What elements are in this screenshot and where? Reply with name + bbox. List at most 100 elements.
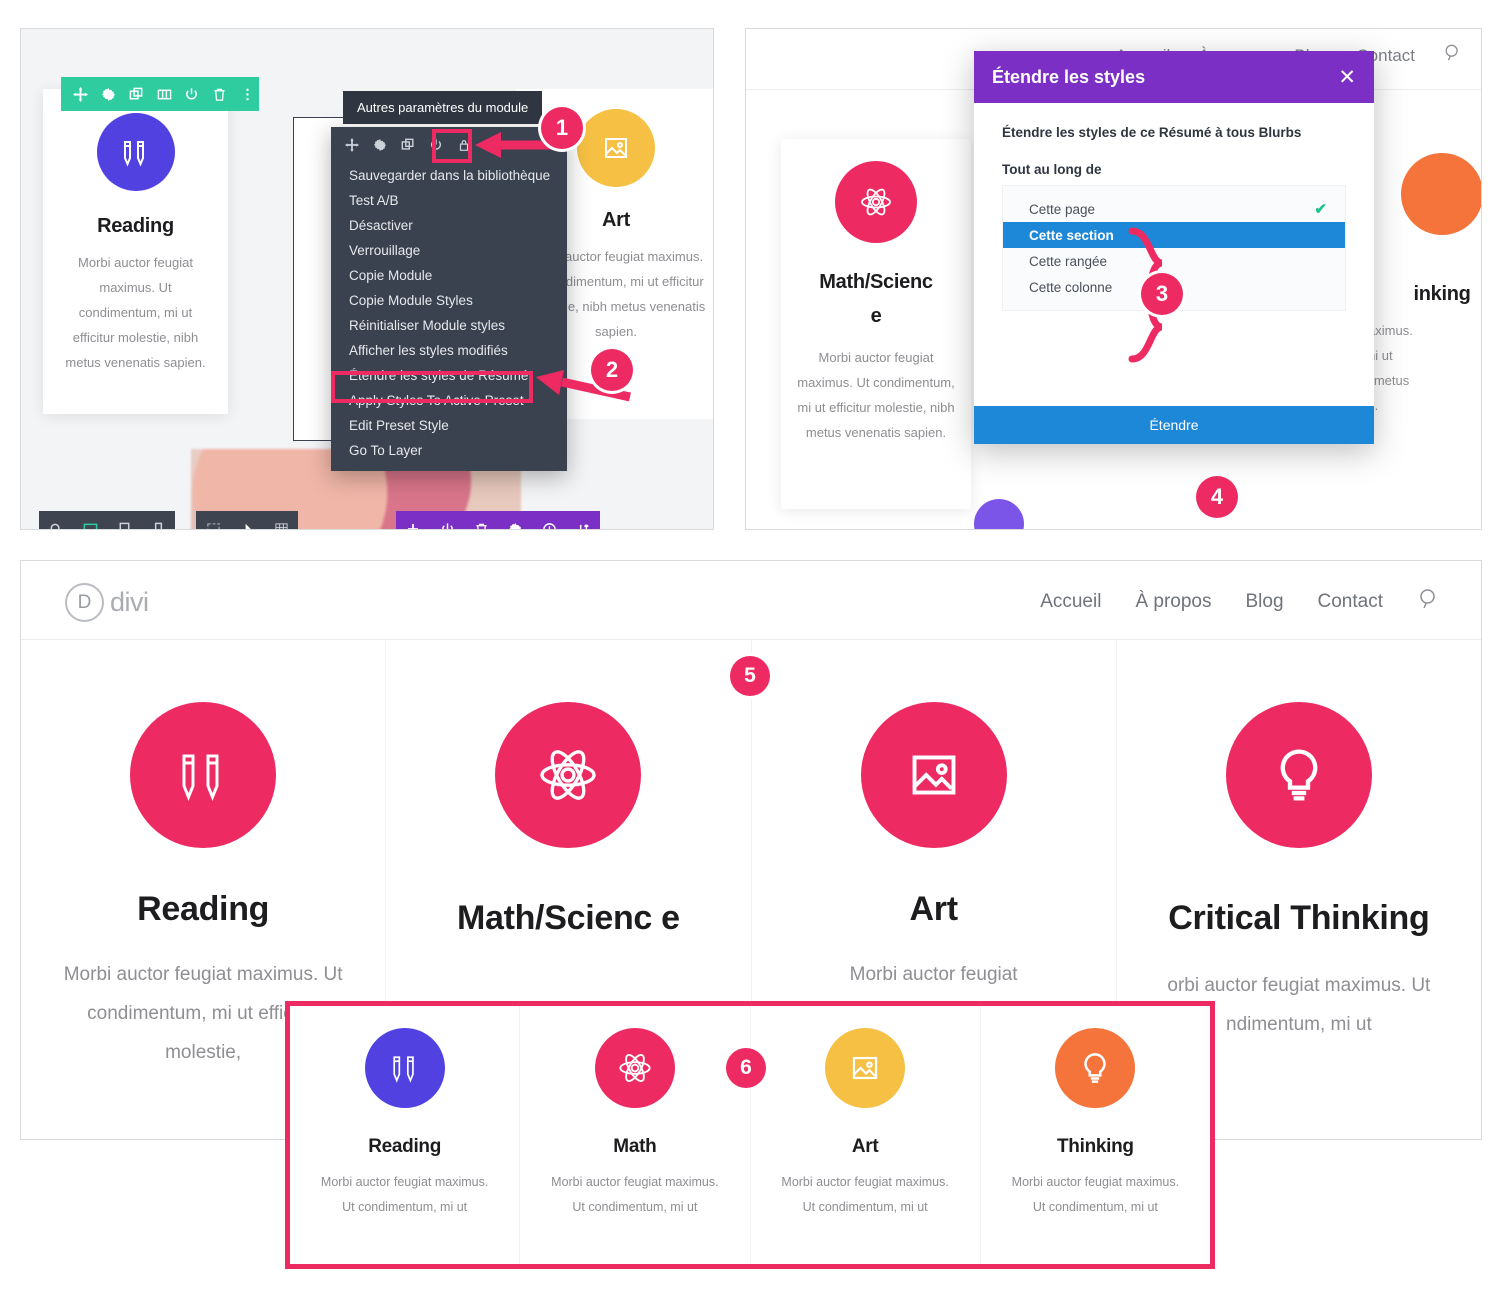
move-icon[interactable]: [339, 132, 365, 158]
nav-link-a-propos[interactable]: À propos: [1135, 591, 1211, 613]
card-title: Art: [909, 890, 959, 928]
menu-item-go-to-layer[interactable]: Go To Layer: [331, 438, 567, 463]
sort-icon[interactable]: [566, 511, 600, 529]
inset-column-reading[interactable]: Reading Morbi auctor feugiat maximus. Ut…: [290, 1006, 521, 1264]
click-icon[interactable]: [230, 511, 264, 529]
nav-link-blog[interactable]: Blog: [1245, 591, 1283, 613]
menu-item-copy-module-styles[interactable]: Copie Module Styles: [331, 288, 567, 313]
option-label: Cette page: [1029, 201, 1096, 217]
card-body: Morbi auctor feugiat maximus. Ut condime…: [781, 1175, 949, 1214]
card-body: Morbi auctor feugiat maximus. Ut condime…: [65, 255, 206, 370]
nav-link-contact[interactable]: Contact: [1318, 591, 1383, 613]
plus-icon[interactable]: [396, 511, 430, 529]
inset-blurb-row: Reading Morbi auctor feugiat maximus. Ut…: [290, 1006, 1210, 1264]
modal-title: Étendre les styles: [992, 66, 1146, 87]
trash-icon[interactable]: [464, 511, 498, 529]
pencils-icon: [130, 702, 277, 848]
atom-icon: [835, 161, 917, 243]
view-mode-toolbar[interactable]: [196, 511, 298, 529]
bulb-icon: [1401, 153, 1481, 235]
module-toolbar-green[interactable]: [61, 77, 259, 111]
inset-column-art[interactable]: Art Morbi auctor feugiat maximus. Ut con…: [751, 1006, 981, 1264]
nav-link-accueil[interactable]: Accueil: [1040, 591, 1101, 613]
blurb-card-math-science[interactable]: Math/Scienc e Morbi auctor feugiat maxim…: [781, 139, 971, 509]
search-icon[interactable]: [1443, 43, 1463, 68]
menu-item-ab-test[interactable]: Test A/B: [331, 188, 567, 213]
grid-icon[interactable]: [264, 511, 298, 529]
column-icon[interactable]: [152, 81, 176, 107]
atom-icon: [594, 1028, 675, 1108]
menu-item-reset-module-styles[interactable]: Réinitialiser Module styles: [331, 313, 567, 338]
divi-logo[interactable]: D divi: [65, 583, 149, 622]
card-body: Morbi auctor feugiat maximus. Ut condime…: [797, 350, 955, 440]
gear-icon[interactable]: [498, 511, 532, 529]
menu-item-save-to-library[interactable]: Sauvegarder dans la bibliothèque: [331, 163, 567, 188]
check-icon: ✔: [1314, 201, 1327, 218]
card-title: Reading: [368, 1136, 442, 1157]
zoom-icon[interactable]: [39, 511, 73, 529]
callout-badge-3: 3: [1141, 273, 1183, 315]
context-menu-list[interactable]: Sauvegarder dans la bibliothèque Test A/…: [331, 163, 567, 471]
scope-option-this-page[interactable]: Cette page ✔: [1003, 196, 1345, 222]
extend-styles-highlight-box: [331, 371, 533, 403]
close-icon[interactable]: ✕: [1338, 67, 1356, 88]
menu-item-lock[interactable]: Verrouillage: [331, 238, 567, 263]
pencils-icon: [96, 113, 175, 191]
duplicate-icon[interactable]: [124, 81, 148, 107]
nav-links[interactable]: Accueil À propos Blog Contact: [1040, 587, 1441, 617]
desktop-icon[interactable]: [73, 511, 107, 529]
card-title: Reading: [137, 890, 270, 928]
power-icon[interactable]: [180, 81, 204, 107]
duplicate-icon[interactable]: [395, 132, 421, 158]
site-header: D divi Accueil À propos Blog Contact: [21, 561, 1481, 640]
option-label: Cette colonne: [1029, 279, 1113, 295]
card-body: Morbi auctor feugiat maximus. Ut condime…: [320, 1175, 489, 1214]
pencils-icon: [364, 1028, 445, 1108]
decorative-purple-circle: [974, 499, 1024, 529]
option-label: Cette section: [1029, 227, 1114, 243]
kebab-menu-icon[interactable]: [235, 81, 259, 107]
modal-field-label: Tout au long de: [1002, 162, 1102, 177]
extend-submit-button[interactable]: Étendre: [974, 406, 1374, 444]
menu-item-copy-module[interactable]: Copie Module: [331, 263, 567, 288]
logo-mark: D: [65, 583, 104, 622]
gear-icon[interactable]: [97, 81, 121, 107]
card-title: Math/Scienc e: [819, 271, 933, 327]
card-title: Math: [613, 1136, 657, 1157]
menu-item-disable[interactable]: Désactiver: [331, 213, 567, 238]
inset-column-thinking[interactable]: Thinking Morbi auctor feugiat maximus. U…: [981, 1006, 1210, 1264]
extend-styles-dialog-panel: Accueil À propos Blog Contact Math/Scien…: [745, 28, 1482, 530]
tablet-icon[interactable]: [107, 511, 141, 529]
callout-badge-6: 6: [726, 1048, 766, 1088]
gear-icon[interactable]: [367, 132, 393, 158]
callout-badge-2: 2: [591, 349, 633, 391]
kebab-highlight-box: [432, 129, 472, 163]
card-body: Morbi auctor feugiat: [849, 964, 1018, 985]
page-settings-toolbar[interactable]: [396, 511, 600, 529]
card-body: Morbi auctor feugiat maximus. Ut condime…: [1011, 1175, 1180, 1214]
trash-icon[interactable]: [208, 81, 232, 107]
builder-panel-context-menu: Reading Morbi auctor feugiat maximus. Ut…: [20, 28, 714, 530]
image-icon: [577, 109, 655, 187]
image-icon: [860, 702, 1007, 848]
image-icon: [825, 1028, 906, 1108]
callout-badge-5: 5: [730, 656, 770, 696]
updated-blurbs-inset: Reading Morbi auctor feugiat maximus. Ut…: [285, 1001, 1215, 1269]
card-title: Math/Scienc e: [456, 899, 680, 937]
atom-icon: [495, 702, 642, 848]
responsive-toolbar[interactable]: [39, 511, 175, 529]
search-icon[interactable]: [1417, 587, 1441, 617]
history-icon[interactable]: [532, 511, 566, 529]
blurb-card-reading[interactable]: Reading Morbi auctor feugiat maximus. Ut…: [43, 89, 228, 414]
inset-column-math[interactable]: Math Morbi auctor feugiat maximus. Ut co…: [520, 1006, 751, 1264]
move-icon[interactable]: [69, 81, 93, 107]
module-settings-tooltip: Autres paramètres du module: [343, 91, 543, 124]
menu-item-edit-preset-style[interactable]: Edit Preset Style: [331, 413, 567, 438]
power-icon[interactable]: [430, 511, 464, 529]
phone-icon[interactable]: [141, 511, 175, 529]
module-context-menu[interactable]: Sauvegarder dans la bibliothèque Test A/…: [331, 127, 567, 471]
wireframe-icon[interactable]: [196, 511, 230, 529]
card-title: Reading: [97, 215, 174, 237]
card-body: Morbi auctor feugiat maximus. Ut condime…: [551, 1175, 719, 1214]
option-label: Cette rangée: [1029, 253, 1108, 269]
